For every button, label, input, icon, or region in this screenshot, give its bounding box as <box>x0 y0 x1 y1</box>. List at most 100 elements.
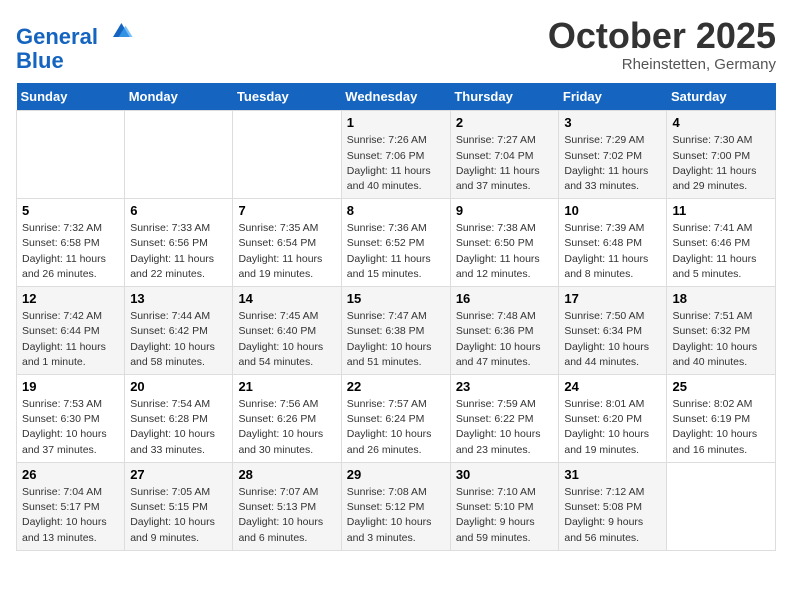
day-info: Sunrise: 7:42 AM Sunset: 6:44 PM Dayligh… <box>22 309 119 370</box>
logo-icon <box>106 16 134 44</box>
calendar-cell: 10 Sunrise: 7:39 AM Sunset: 6:48 PM Dayli… <box>559 199 667 287</box>
day-info: Sunrise: 8:02 AM Sunset: 6:19 PM Dayligh… <box>672 397 770 458</box>
header-sunday: Sunday <box>17 83 125 111</box>
calendar-cell: 29Sunrise: 7:08 AM Sunset: 5:12 PM Dayli… <box>341 462 450 550</box>
calendar-cell <box>17 111 125 199</box>
calendar-cell: 4 Sunrise: 7:30 AM Sunset: 7:00 PM Daylig… <box>667 111 776 199</box>
calendar-cell: 24Sunrise: 8:01 AM Sunset: 6:20 PM Dayli… <box>559 375 667 463</box>
day-info: Sunrise: 7:07 AM Sunset: 5:13 PM Dayligh… <box>238 485 335 546</box>
calendar-cell <box>125 111 233 199</box>
day-number: 23 <box>456 379 554 394</box>
day-info: Sunrise: 7:05 AM Sunset: 5:15 PM Dayligh… <box>130 485 227 546</box>
title-block: October 2025 Rheinstetten, Germany <box>548 16 776 73</box>
day-number: 3 <box>564 115 661 130</box>
day-info: Sunrise: 7:26 AM Sunset: 7:06 PM Dayligh… <box>347 133 445 194</box>
day-info: Sunrise: 7:44 AM Sunset: 6:42 PM Dayligh… <box>130 309 227 370</box>
calendar-table: SundayMondayTuesdayWednesdayThursdayFrid… <box>16 83 776 550</box>
day-number: 2 <box>456 115 554 130</box>
day-number: 24 <box>564 379 661 394</box>
day-info: Sunrise: 7:04 AM Sunset: 5:17 PM Dayligh… <box>22 485 119 546</box>
day-info: Sunrise: 7:53 AM Sunset: 6:30 PM Dayligh… <box>22 397 119 458</box>
day-number: 20 <box>130 379 227 394</box>
day-number: 22 <box>347 379 445 394</box>
calendar-cell <box>233 111 341 199</box>
day-info: Sunrise: 7:54 AM Sunset: 6:28 PM Dayligh… <box>130 397 227 458</box>
calendar-cell: 7Sunrise: 7:35 AM Sunset: 6:54 PM Daylig… <box>233 199 341 287</box>
day-info: Sunrise: 7:33 AM Sunset: 6:56 PM Dayligh… <box>130 221 227 282</box>
day-number: 21 <box>238 379 335 394</box>
day-number: 30 <box>456 467 554 482</box>
day-number: 14 <box>238 291 335 306</box>
day-info: Sunrise: 7:50 AM Sunset: 6:34 PM Dayligh… <box>564 309 661 370</box>
day-info: Sunrise: 7:38 AM Sunset: 6:50 PM Dayligh… <box>456 221 554 282</box>
header-monday: Monday <box>125 83 233 111</box>
header-thursday: Thursday <box>450 83 559 111</box>
day-info: Sunrise: 7:12 AM Sunset: 5:08 PM Dayligh… <box>564 485 661 546</box>
location-subtitle: Rheinstetten, Germany <box>548 56 776 73</box>
calendar-cell: 1 Sunrise: 7:26 AM Sunset: 7:06 PM Daylig… <box>341 111 450 199</box>
calendar-cell: 31Sunrise: 7:12 AM Sunset: 5:08 PM Dayli… <box>559 462 667 550</box>
header-friday: Friday <box>559 83 667 111</box>
day-number: 13 <box>130 291 227 306</box>
day-number: 6 <box>130 203 227 218</box>
calendar-cell: 12 Sunrise: 7:42 AM Sunset: 6:44 PM Dayli… <box>17 287 125 375</box>
calendar-cell: 14 Sunrise: 7:45 AM Sunset: 6:40 PM Dayli… <box>233 287 341 375</box>
day-number: 15 <box>347 291 445 306</box>
day-info: Sunrise: 7:56 AM Sunset: 6:26 PM Dayligh… <box>238 397 335 458</box>
calendar-cell: 2Sunrise: 7:27 AM Sunset: 7:04 PM Daylig… <box>450 111 559 199</box>
calendar-cell: 11 Sunrise: 7:41 AM Sunset: 6:46 PM Dayli… <box>667 199 776 287</box>
calendar-cell: 13 Sunrise: 7:44 AM Sunset: 6:42 PM Dayli… <box>125 287 233 375</box>
calendar-cell: 5 Sunrise: 7:32 AM Sunset: 6:58 PM Daylig… <box>17 199 125 287</box>
week-row-5: 26 Sunrise: 7:04 AM Sunset: 5:17 PM Dayli… <box>17 462 776 550</box>
day-info: Sunrise: 7:39 AM Sunset: 6:48 PM Dayligh… <box>564 221 661 282</box>
day-number: 5 <box>22 203 119 218</box>
day-number: 4 <box>672 115 770 130</box>
logo-text: General <box>16 16 134 49</box>
calendar-cell <box>667 462 776 550</box>
header-wednesday: Wednesday <box>341 83 450 111</box>
calendar-cell: 15 Sunrise: 7:47 AM Sunset: 6:38 PM Dayli… <box>341 287 450 375</box>
day-info: Sunrise: 7:32 AM Sunset: 6:58 PM Dayligh… <box>22 221 119 282</box>
day-info: Sunrise: 7:08 AM Sunset: 5:12 PM Dayligh… <box>347 485 445 546</box>
calendar-cell: 27 Sunrise: 7:05 AM Sunset: 5:15 PM Dayli… <box>125 462 233 550</box>
day-number: 12 <box>22 291 119 306</box>
day-number: 25 <box>672 379 770 394</box>
week-row-2: 5 Sunrise: 7:32 AM Sunset: 6:58 PM Daylig… <box>17 199 776 287</box>
calendar-cell: 16 Sunrise: 7:48 AM Sunset: 6:36 PM Dayli… <box>450 287 559 375</box>
day-number: 7 <box>238 203 335 218</box>
day-info: Sunrise: 7:59 AM Sunset: 6:22 PM Dayligh… <box>456 397 554 458</box>
header-tuesday: Tuesday <box>233 83 341 111</box>
day-info: Sunrise: 7:47 AM Sunset: 6:38 PM Dayligh… <box>347 309 445 370</box>
day-number: 18 <box>672 291 770 306</box>
calendar-cell: 26 Sunrise: 7:04 AM Sunset: 5:17 PM Dayli… <box>17 462 125 550</box>
day-info: Sunrise: 7:30 AM Sunset: 7:00 PM Dayligh… <box>672 133 770 194</box>
day-info: Sunrise: 7:48 AM Sunset: 6:36 PM Dayligh… <box>456 309 554 370</box>
day-number: 27 <box>130 467 227 482</box>
calendar-cell: 28Sunrise: 7:07 AM Sunset: 5:13 PM Dayli… <box>233 462 341 550</box>
day-info: Sunrise: 7:45 AM Sunset: 6:40 PM Dayligh… <box>238 309 335 370</box>
day-info: Sunrise: 7:57 AM Sunset: 6:24 PM Dayligh… <box>347 397 445 458</box>
day-number: 19 <box>22 379 119 394</box>
day-info: Sunrise: 7:41 AM Sunset: 6:46 PM Dayligh… <box>672 221 770 282</box>
day-number: 11 <box>672 203 770 218</box>
calendar-cell: 3 Sunrise: 7:29 AM Sunset: 7:02 PM Daylig… <box>559 111 667 199</box>
calendar-cell: 19 Sunrise: 7:53 AM Sunset: 6:30 PM Dayli… <box>17 375 125 463</box>
day-number: 17 <box>564 291 661 306</box>
day-number: 10 <box>564 203 661 218</box>
day-number: 9 <box>456 203 554 218</box>
day-number: 1 <box>347 115 445 130</box>
logo: General Blue <box>16 16 134 73</box>
day-number: 16 <box>456 291 554 306</box>
day-number: 26 <box>22 467 119 482</box>
calendar-cell: 23 Sunrise: 7:59 AM Sunset: 6:22 PM Dayli… <box>450 375 559 463</box>
calendar-cell: 21 Sunrise: 7:56 AM Sunset: 6:26 PM Dayli… <box>233 375 341 463</box>
day-info: Sunrise: 7:51 AM Sunset: 6:32 PM Dayligh… <box>672 309 770 370</box>
day-info: Sunrise: 7:29 AM Sunset: 7:02 PM Dayligh… <box>564 133 661 194</box>
day-info: Sunrise: 7:10 AM Sunset: 5:10 PM Dayligh… <box>456 485 554 546</box>
week-row-3: 12 Sunrise: 7:42 AM Sunset: 6:44 PM Dayli… <box>17 287 776 375</box>
logo-line2: Blue <box>16 49 134 73</box>
calendar-cell: 9 Sunrise: 7:38 AM Sunset: 6:50 PM Daylig… <box>450 199 559 287</box>
day-number: 8 <box>347 203 445 218</box>
calendar-cell: 20 Sunrise: 7:54 AM Sunset: 6:28 PM Dayli… <box>125 375 233 463</box>
day-info: Sunrise: 7:36 AM Sunset: 6:52 PM Dayligh… <box>347 221 445 282</box>
